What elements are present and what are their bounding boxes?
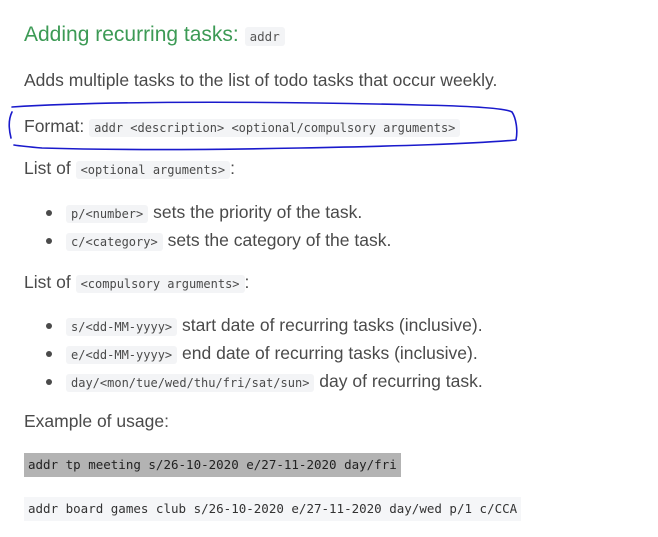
argument-code: p/<number> (66, 205, 149, 223)
format-label: Format: (24, 116, 85, 136)
argument-code: day/<mon/tue/wed/thu/fri/sat/sun> (66, 374, 315, 392)
argument-description: sets the category of the task. (167, 230, 392, 250)
argument-description: start date of recurring tasks (inclusive… (182, 315, 483, 335)
list-item: c/<category> sets the category of the ta… (46, 227, 391, 255)
section-title: Adding recurring tasks: (24, 23, 239, 46)
description-text: Adds multiple tasks to the list of todo … (24, 70, 498, 90)
list-item: e/<dd-MM-yyyy> end date of recurring tas… (46, 340, 483, 368)
example-code-line[interactable]: addr board games club s/26-10-2020 e/27-… (24, 497, 522, 521)
list-item: p/<number> sets the priority of the task… (46, 199, 391, 227)
compulsory-arguments-code: <compulsory arguments> (75, 275, 245, 293)
compulsory-arguments-list: s/<dd-MM-yyyy> start date of recurring t… (46, 312, 483, 396)
optional-prefix: List of (24, 158, 71, 178)
optional-arguments-heading: List of <optional arguments>: (24, 155, 235, 183)
argument-description: day of recurring task. (319, 371, 483, 391)
argument-description: sets the priority of the task. (153, 202, 363, 222)
compulsory-arguments-heading: List of <compulsory arguments>: (24, 269, 249, 297)
compulsory-prefix: List of (24, 272, 71, 292)
example-label: Example of usage: (24, 411, 169, 431)
argument-description: end date of recurring tasks (inclusive). (182, 343, 478, 363)
optional-arguments-list: p/<number> sets the priority of the task… (46, 199, 391, 255)
format-syntax-code: addr <description> <optional/compulsory … (89, 119, 461, 137)
optional-suffix: : (230, 158, 235, 178)
argument-code: c/<category> (66, 233, 163, 251)
compulsory-suffix: : (244, 272, 250, 292)
format-line: Format: addr <description> <optional/com… (24, 113, 461, 141)
argument-code: s/<dd-MM-yyyy> (66, 318, 178, 336)
section-heading: Adding recurring tasks: addr (24, 20, 285, 52)
section-command-code: addr (244, 27, 285, 46)
list-item: s/<dd-MM-yyyy> start date of recurring t… (46, 312, 483, 340)
argument-code: e/<dd-MM-yyyy> (66, 346, 178, 364)
example-code-line-selected[interactable]: addr tp meeting s/26-10-2020 e/27-11-202… (24, 453, 401, 477)
list-item: day/<mon/tue/wed/thu/fri/sat/sun> day of… (46, 368, 483, 396)
optional-arguments-code: <optional arguments> (75, 161, 231, 179)
